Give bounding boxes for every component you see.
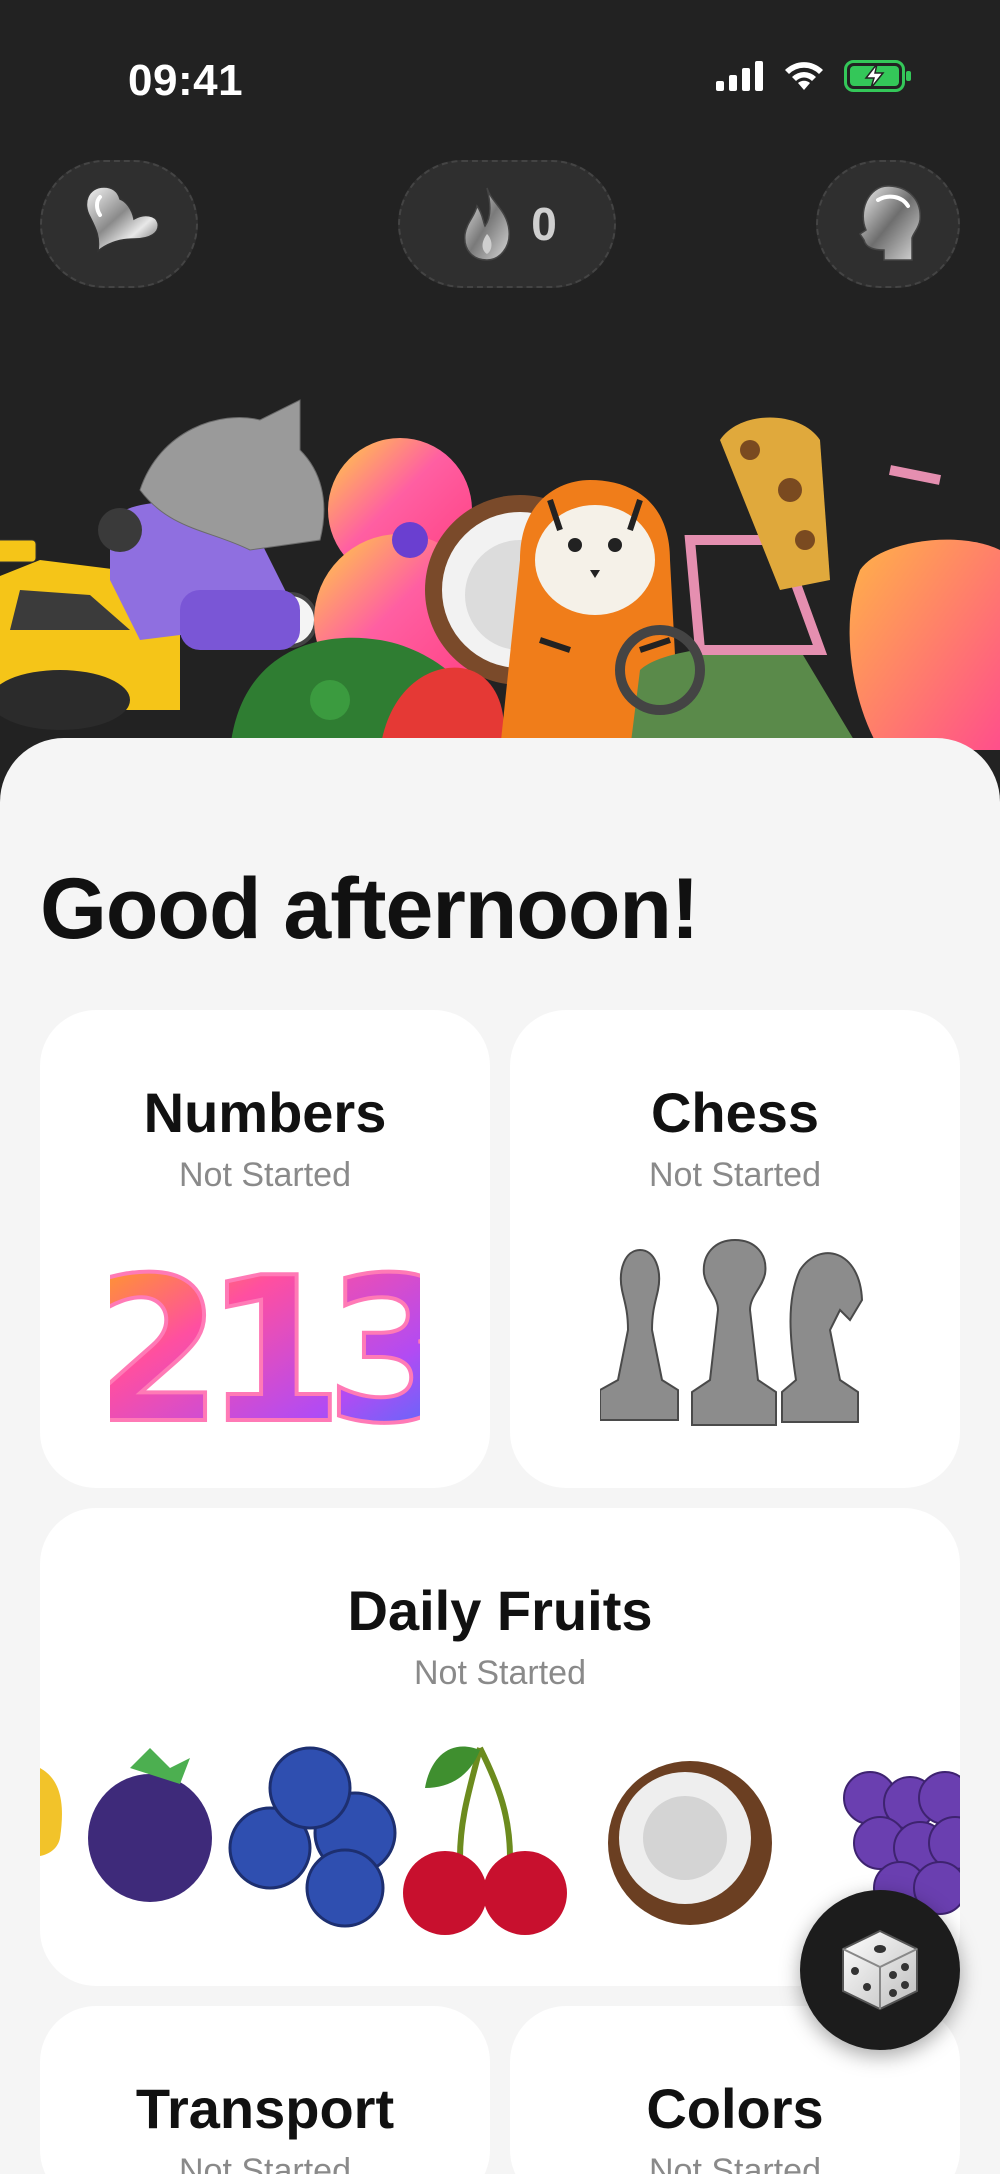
card-title: Transport: [135, 2077, 395, 2140]
favorites-button[interactable]: [40, 160, 198, 288]
greeting-title: Good afternoon!: [40, 861, 700, 957]
cellular-signal-icon: [716, 61, 763, 91]
random-game-button[interactable]: [800, 1890, 960, 2050]
streak-badge[interactable]: 0: [398, 160, 616, 288]
status-icons: [716, 60, 912, 92]
chrome-heart-icon: [85, 186, 159, 253]
flame-icon: [464, 187, 511, 261]
profile-button[interactable]: [816, 160, 960, 288]
green-car-illustration: [630, 646, 860, 750]
pawn-piece-icon: [691, 1238, 777, 1426]
card-status: Not Started: [649, 2152, 821, 2174]
numbers-card[interactable]: Numbers Not Started 213: [40, 1010, 490, 1488]
knight-piece-icon: [781, 1252, 864, 1423]
card-status: Not Started: [179, 1156, 351, 1194]
hero-illustration: [0, 399, 1000, 750]
chess-card[interactable]: Chess Not Started: [510, 1010, 960, 1488]
transport-card[interactable]: Transport Not Started: [40, 2006, 490, 2174]
bishop-piece-icon: [600, 1248, 679, 1421]
cherries-icon: [403, 1746, 567, 1935]
blackberry-icon: [88, 1748, 212, 1902]
dice-icon: [842, 1929, 918, 2011]
card-status: Not Started: [179, 2152, 351, 2174]
numbers-art-text: 213: [110, 1235, 420, 1450]
giraffe-illustration: [720, 417, 830, 590]
card-status: Not Started: [649, 1156, 821, 1194]
status-bar: 09:41: [0, 0, 1000, 150]
home-screen: 09:41 0 Good afternoon! Numbers Not Star…: [0, 0, 1000, 2174]
coconut-icon: [608, 1761, 772, 1925]
card-title: Colors: [646, 2077, 824, 2140]
blueberries-icon: [228, 1746, 397, 1928]
card-title: Numbers: [143, 1081, 387, 1144]
status-time: 09:41: [128, 56, 244, 105]
card-status: Not Started: [414, 1654, 586, 1692]
head-profile-icon: [858, 185, 921, 261]
streak-count: 0: [531, 198, 557, 250]
chess-pieces-art: [600, 1238, 864, 1426]
wifi-icon: [785, 62, 823, 90]
battery-charging-icon: [844, 60, 911, 92]
banana-icon: [40, 1768, 62, 1856]
inflated-letter-illustration: [849, 539, 1000, 750]
numbers-art: 213: [110, 1233, 420, 1450]
card-title: Daily Fruits: [347, 1579, 653, 1642]
card-title: Chess: [650, 1081, 820, 1144]
